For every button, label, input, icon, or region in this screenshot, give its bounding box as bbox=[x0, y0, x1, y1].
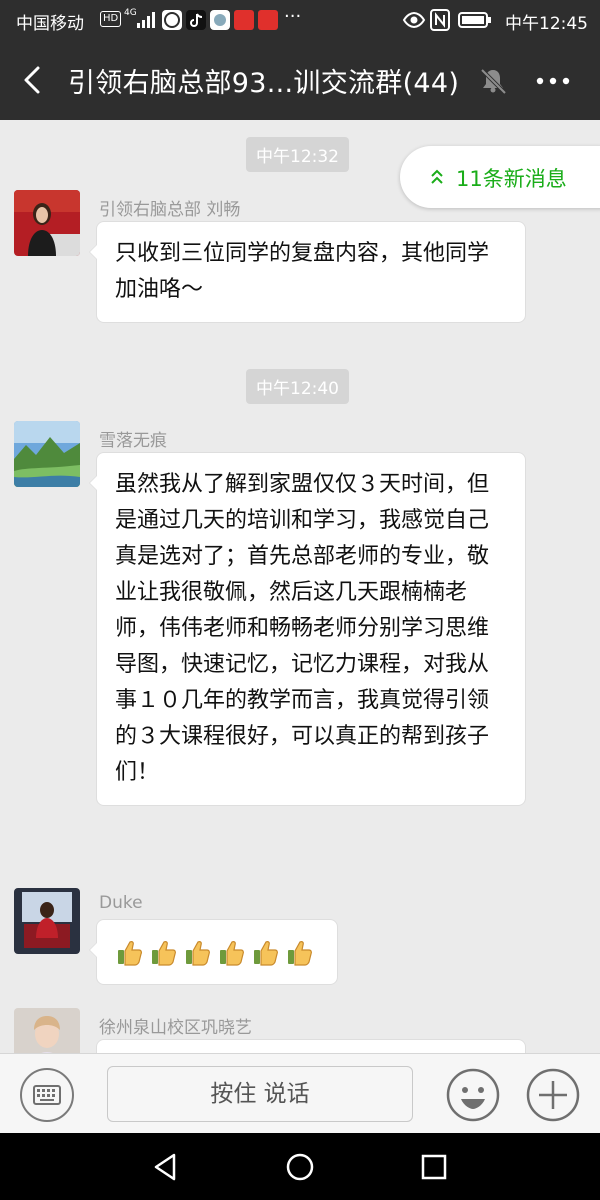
chat-header: 引领右脑总部93...训交流群(44) bbox=[0, 40, 600, 120]
avatar[interactable] bbox=[14, 190, 80, 256]
avatar[interactable] bbox=[14, 888, 80, 954]
carrier-label: 中国移动 bbox=[16, 14, 84, 34]
back-icon[interactable] bbox=[14, 62, 50, 98]
thumbs-up-icon bbox=[288, 941, 312, 966]
chat-message-list[interactable]: 中午12:32 11条新消息 引领右脑总部 刘畅 只收到三位同学的复盘内容，其他… bbox=[0, 120, 600, 1053]
sender-name: 徐州泉山校区巩晓艺 bbox=[99, 1018, 252, 1038]
keyboard-button[interactable] bbox=[20, 1068, 74, 1122]
message-bubble[interactable]: 只收到三位同学的复盘内容，其他同学加油咯～ bbox=[89, 221, 526, 323]
thumbs-up-icon bbox=[254, 941, 278, 966]
double-chevron-up-icon bbox=[431, 169, 443, 184]
plus-icon[interactable] bbox=[526, 1068, 580, 1122]
battery-icon bbox=[458, 12, 491, 28]
nav-back-icon[interactable] bbox=[150, 1151, 182, 1183]
emoji-icon[interactable] bbox=[446, 1068, 500, 1122]
signal-icon bbox=[137, 12, 155, 28]
new-messages-button[interactable]: 11条新消息 bbox=[400, 146, 600, 208]
thumbs-up-icon bbox=[152, 941, 176, 966]
thumbs-up-icon bbox=[118, 941, 142, 966]
sender-name: 引领右脑总部 刘畅 bbox=[99, 200, 241, 220]
thumbs-up-icon bbox=[186, 941, 210, 966]
more-icon[interactable] bbox=[532, 66, 574, 96]
nav-recents-icon[interactable] bbox=[418, 1151, 450, 1183]
hd-badge: HD bbox=[100, 11, 122, 27]
nfc-icon bbox=[430, 9, 450, 31]
chat-title: 引领右脑总部93...训交流群(44) bbox=[68, 68, 460, 99]
nav-home-icon[interactable] bbox=[284, 1151, 316, 1183]
avatar[interactable] bbox=[14, 421, 80, 487]
time-stamp: 中午12:40 bbox=[246, 369, 349, 404]
input-bar: 按住 说话 bbox=[0, 1053, 600, 1133]
message-bubble[interactable] bbox=[96, 1039, 526, 1053]
avatar[interactable] bbox=[14, 1008, 80, 1053]
tiktok-icon bbox=[186, 10, 206, 30]
thumbs-up-icon bbox=[220, 941, 244, 966]
eye-comfort-icon bbox=[402, 11, 426, 29]
hold-to-talk-button[interactable]: 按住 说话 bbox=[107, 1066, 413, 1122]
mute-bell-icon bbox=[480, 68, 507, 95]
app-notification-icon bbox=[210, 10, 230, 30]
status-bar: 中国移动 HD 4G ··· 中午12:45 bbox=[0, 0, 600, 40]
system-nav-bar bbox=[0, 1133, 600, 1200]
sender-name: 雪落无痕 bbox=[99, 431, 167, 451]
toutiao-icon bbox=[234, 10, 254, 30]
emoji-message-bubble[interactable] bbox=[89, 919, 338, 985]
network-type: 4G bbox=[124, 8, 137, 18]
more-notifications: ··· bbox=[284, 6, 302, 27]
sender-name: Duke bbox=[99, 893, 143, 913]
clock: 中午12:45 bbox=[505, 14, 588, 34]
app-notification-icon bbox=[162, 10, 182, 30]
time-stamp: 中午12:32 bbox=[246, 137, 349, 172]
new-messages-label: 11条新消息 bbox=[456, 167, 567, 191]
message-bubble[interactable]: 虽然我从了解到家盟仅仅３天时间，但是通过几天的培训和学习，我感觉自己真是选对了；… bbox=[89, 452, 526, 806]
keyboard-icon bbox=[33, 1085, 61, 1105]
xiaohongshu-icon bbox=[258, 10, 278, 30]
